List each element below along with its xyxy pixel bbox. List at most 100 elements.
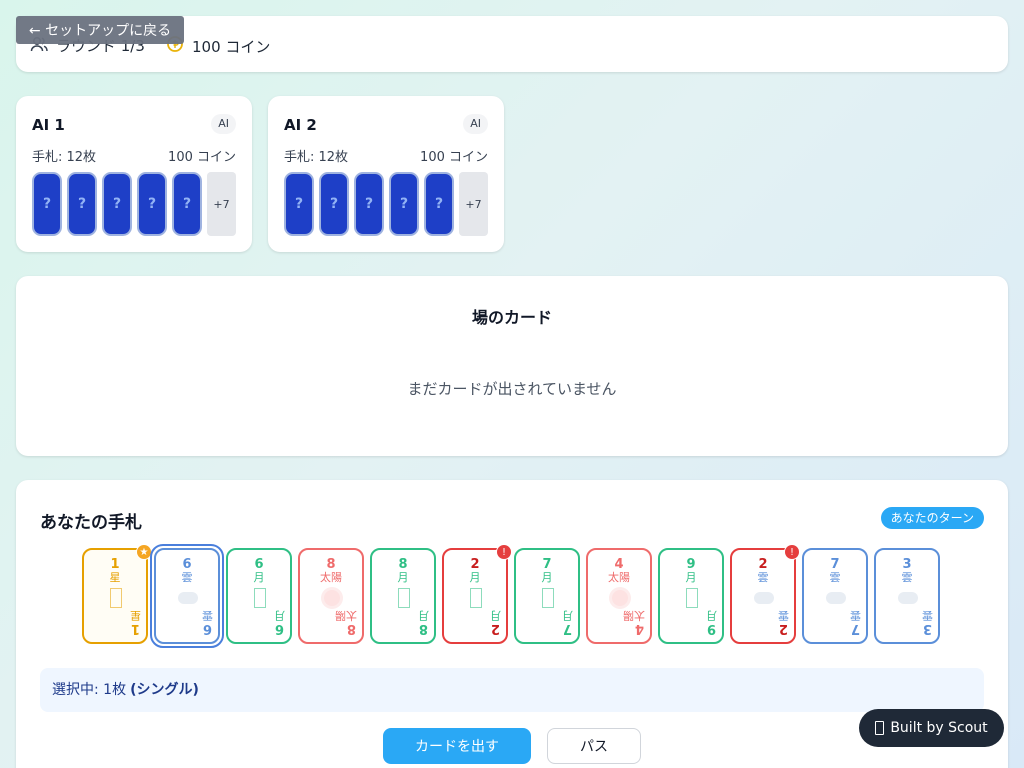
hand-card[interactable]: 6雲雲6 (154, 548, 220, 644)
selection-count: 選択中: 1枚 (52, 682, 127, 698)
card-number: 8 (398, 557, 408, 572)
card-suit-inverted: 月 (490, 609, 501, 622)
hand-card[interactable]: 9月月9 (658, 548, 724, 644)
hand-card[interactable]: 7月月7 (514, 548, 580, 644)
scout-label: Built by Scout (890, 720, 988, 736)
card-suit-inverted: 雲 (202, 609, 213, 622)
card-number: 7 (542, 557, 552, 572)
card-back: ? (172, 172, 202, 236)
card-number: 6 (182, 557, 192, 572)
card-suit-inverted: 太陽 (623, 609, 645, 622)
field-title: 場のカード (471, 308, 552, 327)
card-number-inverted: 9 (706, 621, 716, 636)
pass-button[interactable]: パス (547, 728, 641, 764)
card-number: 9 (686, 557, 696, 572)
opponent-coins: 100 コイン (168, 150, 236, 165)
opponent-hand-count: 手札: 12枚 (284, 150, 349, 165)
card-suit-inverted: 太陽 (335, 609, 357, 622)
moon-icon (250, 588, 270, 608)
card-suit: 月 (469, 571, 481, 584)
card-suit: 雲 (829, 571, 841, 584)
opponent-card-backs: ? ? ? ? ? +7 (284, 172, 488, 236)
moon-icon (394, 588, 414, 608)
hand-card[interactable]: 1 星星 1 ★ (82, 544, 152, 644)
card-back: ? (319, 172, 349, 236)
card-suit: 太陽 (608, 571, 630, 584)
moon-icon (682, 588, 702, 608)
card-back: ? (102, 172, 132, 236)
card-suit: 雲 (901, 571, 913, 584)
card-number-inverted: 2 (778, 621, 788, 636)
card-number: 2 (470, 557, 480, 572)
turn-badge: あなたのターン (880, 507, 984, 529)
star-icon (106, 588, 126, 608)
coins-label: 100 コイン (192, 37, 271, 56)
field-area: 場のカード まだカードが出されていません (16, 276, 1008, 456)
card-number-inverted: 8 (346, 621, 356, 636)
hand-card[interactable]: 7雲雲7 (802, 548, 868, 644)
card-number-inverted: 2 (490, 621, 500, 636)
warning-icon: ! (496, 544, 512, 560)
card-suit: 月 (541, 571, 553, 584)
card-suit: 雲 (181, 571, 193, 584)
card-suit-inverted: 月 (274, 609, 285, 622)
opponent-panel-ai-2: AI 2 AI 手札: 12枚 100 コイン ? ? ? ? ? +7 (268, 96, 504, 252)
sun-icon (322, 588, 342, 608)
card-suit: 雲 (757, 571, 769, 584)
card-back: ? (424, 172, 454, 236)
card-suit: 月 (685, 571, 697, 584)
cloud-icon (826, 588, 846, 608)
opponent-panel-ai-1: AI 1 AI 手札: 12枚 100 コイン ? ? ? ? ? +7 (16, 96, 252, 252)
card-suit-inverted: 星 (130, 609, 141, 622)
moon-icon (538, 588, 558, 608)
ai-badge: AI (463, 114, 488, 134)
card-suit-inverted: 雲 (922, 609, 933, 622)
card-suit-inverted: 雲 (778, 609, 789, 622)
hand-card[interactable]: 2 月月 2! (442, 544, 512, 644)
card-back: ? (284, 172, 314, 236)
card-suit: 星 (109, 571, 121, 584)
card-number: 3 (902, 557, 912, 572)
card-back: ? (32, 172, 62, 236)
hand-card[interactable]: 2 雲雲 2! (730, 544, 800, 644)
selection-status: 選択中: 1枚 (シングル) (40, 668, 984, 712)
cloud-icon (178, 588, 198, 608)
card-number: 6 (254, 557, 264, 572)
hand-cards: 1 星星 1 ★ 6 雲雲 6 6 月月 6 8 太陽 太陽 8 8 月月 8 2 月月 2! 7 月月 7 4 太陽 太陽 4 9 月… (82, 544, 942, 648)
opponent-card-backs: ? ? ? ? ? +7 (32, 172, 236, 236)
card-number-inverted: 6 (202, 621, 212, 636)
more-cards-indicator: +7 (459, 172, 488, 236)
hand-card[interactable]: 6月月6 (226, 548, 292, 644)
card-suit-inverted: 月 (562, 609, 573, 622)
opponent-name: AI 1 (32, 116, 65, 134)
ai-badge: AI (211, 114, 236, 134)
card-suit: 月 (253, 571, 265, 584)
cloud-icon (898, 588, 918, 608)
more-cards-indicator: +7 (207, 172, 236, 236)
back-to-setup-button[interactable]: ← セットアップに戻る (16, 16, 184, 44)
card-number-inverted: 8 (418, 621, 428, 636)
opponent-hand-count: 手札: 12枚 (32, 150, 97, 165)
hand-card[interactable]: 8月月8 (370, 548, 436, 644)
card-number: 8 (326, 557, 336, 572)
opponent-coins: 100 コイン (420, 150, 488, 165)
card-number: 1 (110, 557, 120, 572)
card-suit: 太陽 (320, 571, 342, 584)
card-number: 4 (614, 557, 624, 572)
card-number-inverted: 1 (130, 621, 140, 636)
built-by-scout-badge[interactable]: Built by Scout (859, 709, 1004, 747)
card-back: ? (389, 172, 419, 236)
card-suit-inverted: 月 (706, 609, 717, 622)
card-suit-inverted: 月 (418, 609, 429, 622)
hand-card[interactable]: 8 太陽 太陽 8 (298, 548, 364, 644)
warning-icon: ! (784, 544, 800, 560)
card-suit-inverted: 雲 (850, 609, 861, 622)
card-back: ? (354, 172, 384, 236)
opponent-name: AI 2 (284, 116, 317, 134)
hand-card[interactable]: 3雲雲3 (874, 548, 940, 644)
moon-icon (466, 588, 486, 608)
play-cards-button[interactable]: カードを出す (383, 728, 531, 764)
card-number: 7 (830, 557, 840, 572)
cloud-icon (754, 588, 774, 608)
hand-card[interactable]: 4 太陽 太陽 4 (586, 548, 652, 644)
